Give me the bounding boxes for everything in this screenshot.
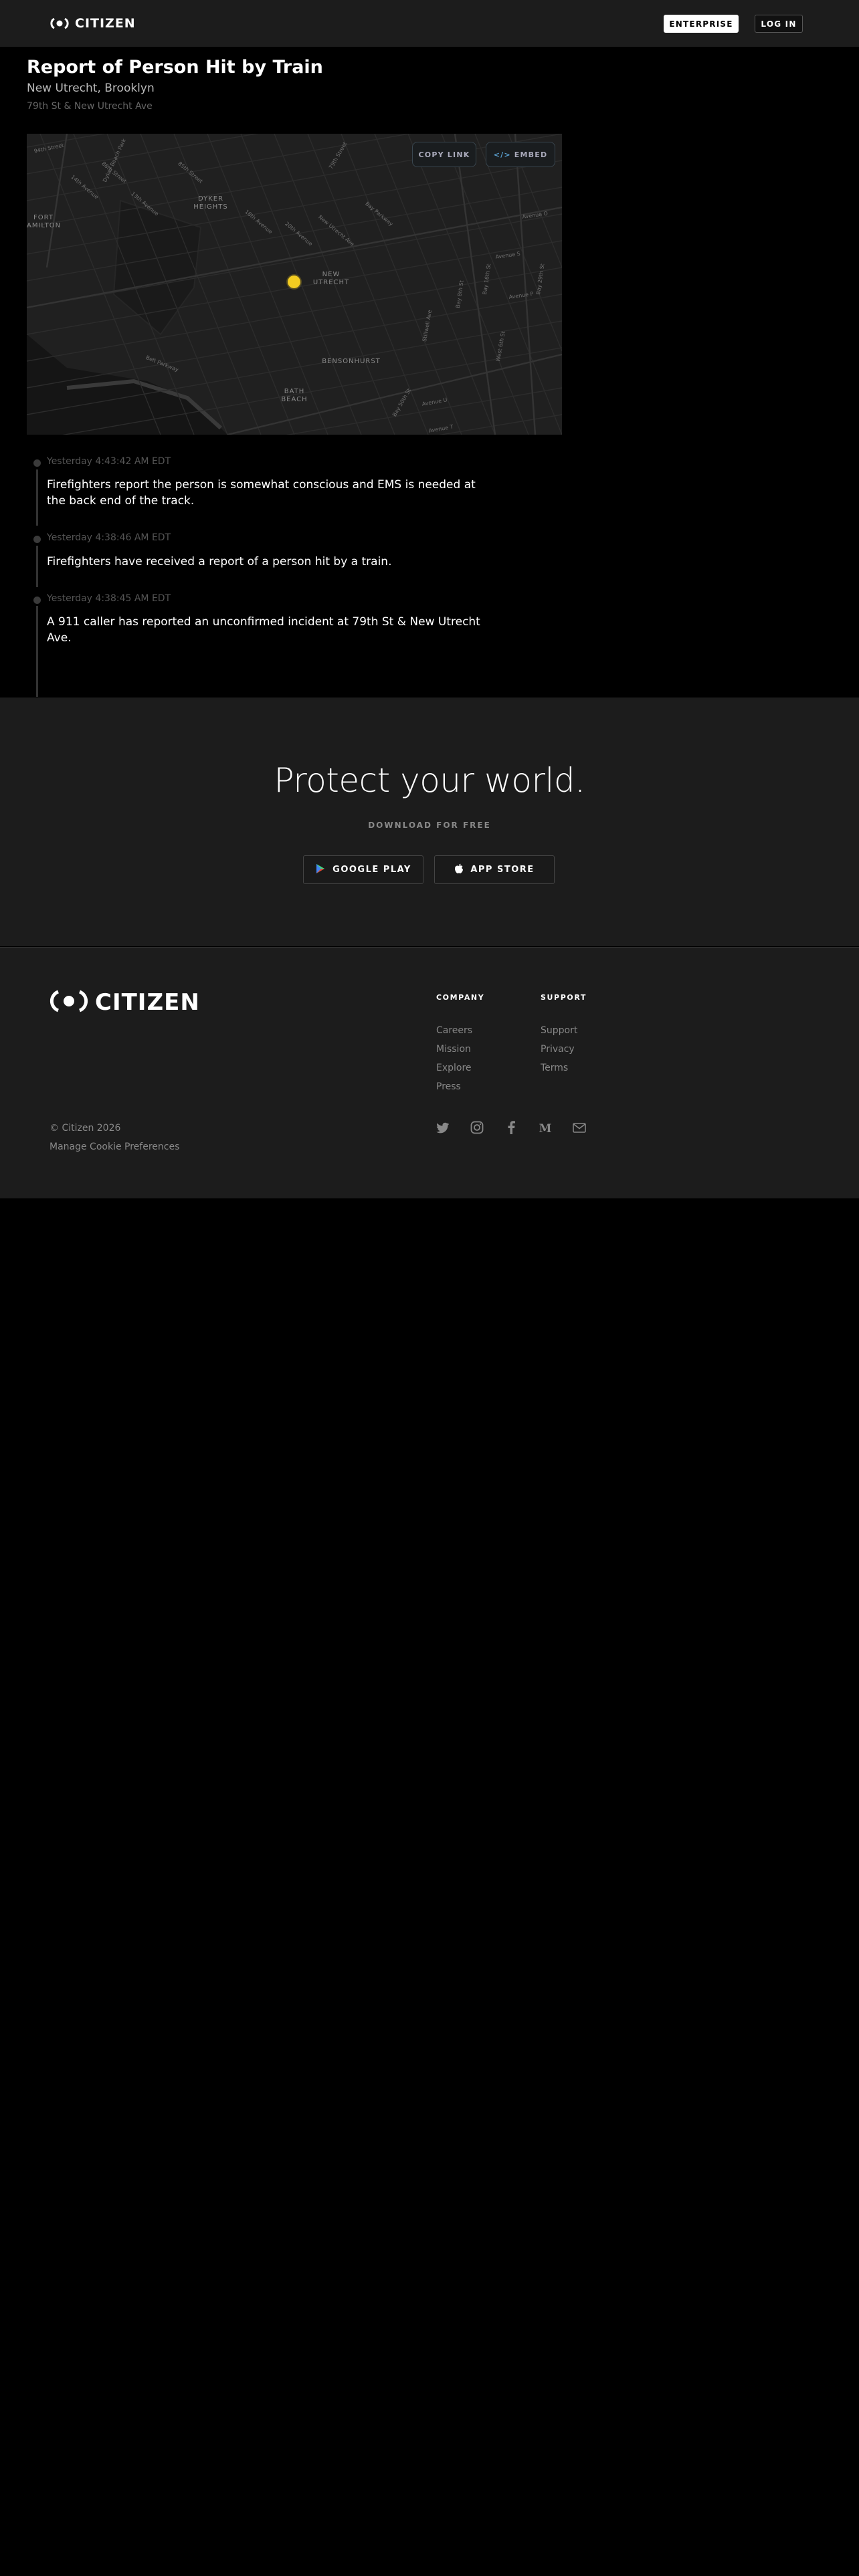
incident-title: Report of Person Hit by Train — [27, 57, 323, 78]
timeline-text: Firefighters report the person is somewh… — [47, 478, 476, 508]
timeline-dot — [33, 597, 41, 604]
footer-logo[interactable]: CITIZEN — [50, 989, 200, 1016]
download-promo: Protect your world. DOWNLOAD FOR FREE GO… — [0, 697, 859, 946]
incident-map[interactable]: 94th Street 88th Street 14th Avenue Dyke… — [27, 134, 562, 435]
facebook-icon[interactable] — [504, 1120, 518, 1135]
google-play-icon — [315, 863, 326, 877]
support-column-title: SUPPORT — [541, 993, 587, 1002]
timeline-time: Yesterday 4:38:46 AM EDT — [47, 532, 171, 543]
copy-link-button[interactable]: COPY LINK — [412, 142, 476, 167]
mail-icon[interactable] — [572, 1120, 587, 1135]
incident-location-pin[interactable] — [288, 276, 300, 288]
manage-cookie-preferences-link[interactable]: Manage Cookie Preferences — [50, 1142, 179, 1152]
brand-name: CITIZEN — [75, 16, 136, 31]
google-play-button[interactable]: GOOGLE PLAY — [303, 855, 423, 884]
google-play-label: GOOGLE PLAY — [332, 865, 411, 875]
medium-icon[interactable]: M — [538, 1120, 553, 1135]
footer-link-privacy[interactable]: Privacy — [541, 1044, 575, 1055]
instagram-icon[interactable] — [470, 1120, 484, 1135]
embed-label: EMBED — [514, 150, 548, 159]
timeline-time: Yesterday 4:43:42 AM EDT — [47, 456, 171, 467]
copyright: © Citizen 2026 — [50, 1123, 121, 1134]
timeline-connector — [36, 606, 38, 697]
embed-button[interactable]: </> EMBED — [486, 142, 555, 167]
svg-text:M: M — [539, 1122, 552, 1133]
footer-link-support[interactable]: Support — [541, 1025, 577, 1036]
citizen-logo[interactable]: CITIZEN — [50, 15, 136, 31]
timeline-dot — [33, 459, 41, 467]
timeline-connector — [36, 546, 38, 587]
code-icon: </> — [493, 150, 511, 159]
footer-link-mission[interactable]: Mission — [436, 1044, 471, 1055]
company-column-title: COMPANY — [436, 993, 485, 1002]
area-label-fort-hamilton: FORT AMILTON — [27, 214, 62, 229]
citizen-logo-icon — [50, 17, 70, 29]
login-button[interactable]: LOG IN — [755, 15, 803, 33]
promo-subtitle: DOWNLOAD FOR FREE — [368, 821, 491, 830]
apple-icon — [454, 863, 464, 877]
site-footer: CITIZEN COMPANY Careers Mission Explore … — [0, 947, 859, 1198]
incident-address: 79th St & New Utrecht Ave — [27, 101, 153, 112]
timeline-dot — [33, 536, 41, 543]
footer-link-press[interactable]: Press — [436, 1081, 461, 1092]
timeline-text: Firefighters have received a report of a… — [47, 555, 392, 568]
twitter-icon[interactable] — [436, 1120, 450, 1135]
citizen-logo-icon — [50, 990, 88, 1015]
area-label-dyker-heights: DYKER HEIGHTS — [193, 195, 228, 211]
footer-brand-name: CITIZEN — [95, 989, 200, 1016]
footer-link-careers[interactable]: Careers — [436, 1025, 472, 1036]
area-label-bensonhurst: BENSONHURST — [322, 358, 381, 365]
app-store-button[interactable]: APP STORE — [434, 855, 555, 884]
footer-link-terms[interactable]: Terms — [541, 1063, 568, 1073]
timeline-text: A 911 caller has reported an unconfirmed… — [47, 615, 480, 645]
enterprise-button[interactable]: ENTERPRISE — [664, 15, 739, 33]
area-label-new-utrecht: NEW UTRECHT — [312, 271, 350, 286]
app-store-label: APP STORE — [470, 865, 535, 875]
footer-link-explore[interactable]: Explore — [436, 1063, 472, 1073]
promo-title: Protect your world. — [274, 761, 585, 800]
timeline-connector — [36, 469, 38, 526]
timeline-time: Yesterday 4:38:45 AM EDT — [47, 593, 171, 604]
incident-neighborhood: New Utrecht, Brooklyn — [27, 82, 155, 95]
area-label-bath-beach: BATH BEACH — [281, 388, 308, 403]
top-navbar: CITIZEN ENTERPRISE LOG IN — [0, 0, 859, 47]
